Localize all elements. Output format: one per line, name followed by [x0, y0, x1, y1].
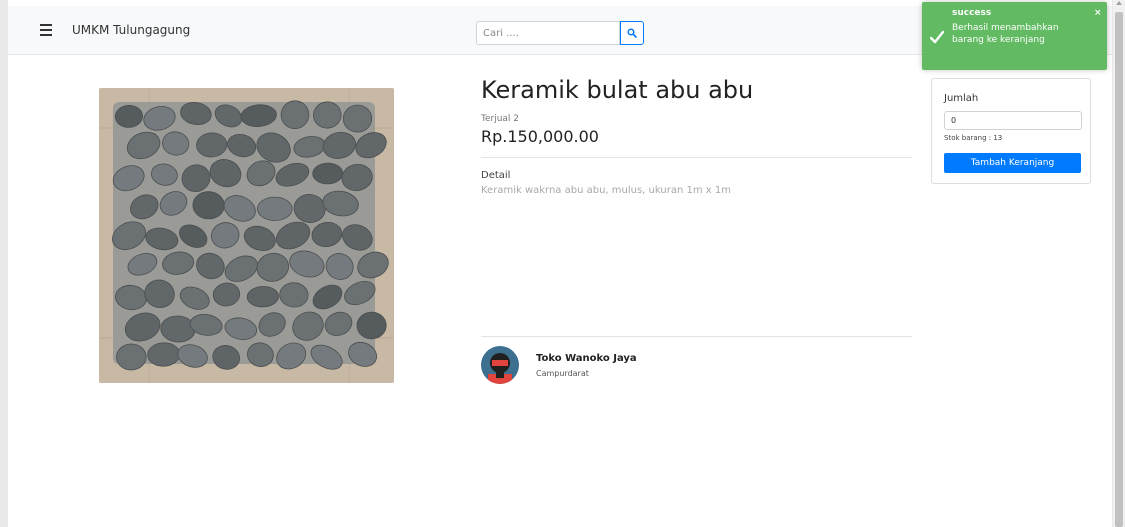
- toast-message: Berhasil menambahkan barang ke keranjang: [952, 23, 1059, 45]
- brand-name[interactable]: UMKM Tulungagung: [72, 23, 190, 37]
- detail-text: Keramik wakrna abu abu, mulus, ukuran 1m…: [481, 185, 731, 196]
- shop-location: Campurdarat: [536, 369, 589, 378]
- scroll-up-arrow-icon[interactable]: [1116, 1, 1122, 5]
- detail-label: Detail: [481, 170, 511, 181]
- pebble: [342, 104, 373, 133]
- search-input[interactable]: [476, 21, 620, 45]
- close-icon[interactable]: ×: [1094, 8, 1102, 18]
- shop-name[interactable]: Toko Wanoko Jaya: [536, 353, 637, 364]
- product-title: Keramik bulat abu abu: [481, 76, 754, 104]
- pebble: [257, 196, 293, 221]
- divider: [481, 336, 912, 337]
- pebble: [356, 311, 387, 340]
- pebble: [116, 343, 147, 371]
- stock-text: Stok barang : 13: [944, 134, 1003, 142]
- quantity-input[interactable]: [944, 111, 1082, 130]
- shop-avatar[interactable]: [481, 346, 519, 384]
- sold-count: Terjual 2: [481, 114, 520, 124]
- divider: [481, 157, 912, 158]
- search-icon: [627, 28, 637, 38]
- menu-button[interactable]: [36, 20, 56, 40]
- product-image: [99, 88, 394, 383]
- page: UMKM Tulungagung Keramik bulat abu abu T…: [8, 0, 1112, 527]
- add-to-cart-button[interactable]: Tambah Keranjang: [944, 153, 1081, 173]
- search-button[interactable]: [620, 21, 644, 45]
- search-form: [476, 21, 644, 45]
- success-toast: success Berhasil menambahkan barang ke k…: [922, 2, 1107, 70]
- product-price: Rp.150,000.00: [481, 127, 599, 146]
- scrollbar-thumb[interactable]: [1115, 12, 1123, 527]
- check-icon: [930, 30, 944, 44]
- pebble: [312, 162, 344, 185]
- toast-title: success: [952, 8, 992, 18]
- quantity-label: Jumlah: [944, 93, 979, 104]
- cart-card: Jumlah Stok barang : 13 Tambah Keranjang: [931, 78, 1091, 184]
- hamburger-icon: [40, 23, 52, 38]
